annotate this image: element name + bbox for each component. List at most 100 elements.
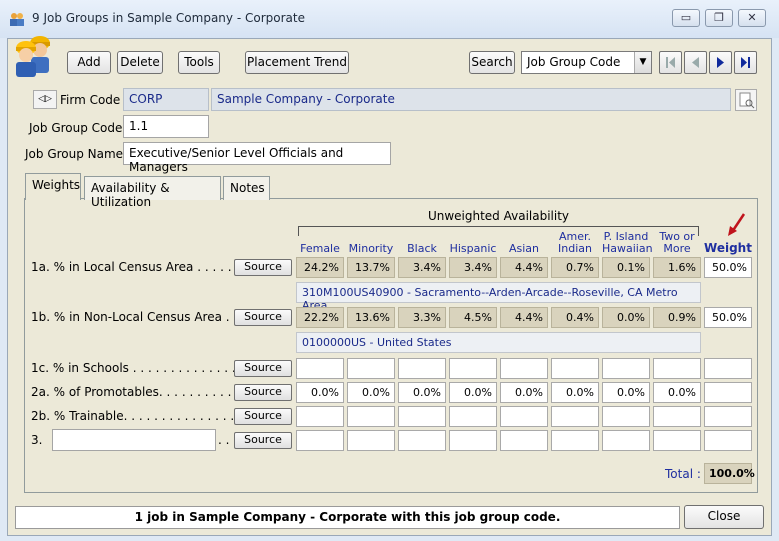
total-label: Total : xyxy=(665,467,701,481)
column-header-line2: Indian xyxy=(558,242,592,255)
availability-cell[interactable] xyxy=(500,430,548,451)
census-area-field: 0100000US - United States xyxy=(296,332,701,353)
availability-cell[interactable]: 0.0% xyxy=(653,382,701,403)
job-group-name-input[interactable]: Executive/Senior Level Officials and Man… xyxy=(123,142,391,174)
job-group-name-label: Job Group Name xyxy=(25,147,124,161)
availability-cell[interactable] xyxy=(347,358,395,379)
source-button[interactable]: Source xyxy=(234,432,292,449)
availability-cell[interactable] xyxy=(551,358,599,379)
availability-cell: 3.3% xyxy=(398,307,446,328)
weight-input[interactable] xyxy=(704,382,752,403)
availability-cell: 0.1% xyxy=(602,257,650,278)
chevron-down-icon[interactable]: ▼ xyxy=(634,52,651,73)
availability-cell[interactable] xyxy=(347,406,395,427)
column-header-6: P. Island Hawaiian xyxy=(602,231,653,255)
tab-availability-utilization[interactable]: Availability & Utilization xyxy=(84,176,221,209)
row-leader-dots: . . xyxy=(218,433,230,447)
availability-cell[interactable]: 0.0% xyxy=(347,382,395,403)
search-field-value: Job Group Code xyxy=(527,55,621,69)
availability-cell[interactable] xyxy=(551,406,599,427)
column-header-line2: Minority xyxy=(348,242,394,255)
availability-cell: 0.4% xyxy=(551,307,599,328)
last-record-button[interactable] xyxy=(734,51,757,74)
search-field-select[interactable]: Job Group Code ▼ xyxy=(521,51,652,74)
close-button[interactable]: Close xyxy=(684,505,764,529)
availability-cell[interactable] xyxy=(398,358,446,379)
weight-input[interactable] xyxy=(704,430,752,451)
delete-button[interactable]: Delete xyxy=(117,51,163,74)
minimize-button[interactable]: ▭ xyxy=(672,9,700,27)
row-label: 1c. % in Schools . . . . . . . . . . . .… xyxy=(31,361,259,375)
source-button[interactable]: Source xyxy=(234,384,292,401)
source-button[interactable]: Source xyxy=(234,309,292,326)
next-record-button[interactable] xyxy=(709,51,732,74)
job-group-code-label: Job Group Code xyxy=(29,121,123,135)
add-button[interactable]: Add xyxy=(67,51,111,74)
availability-cell[interactable] xyxy=(398,430,446,451)
availability-cell[interactable] xyxy=(653,358,701,379)
availability-cell[interactable]: 0.0% xyxy=(398,382,446,403)
availability-cell[interactable] xyxy=(602,406,650,427)
availability-cell[interactable] xyxy=(398,406,446,427)
weight-input[interactable]: 50.0% xyxy=(704,307,752,328)
availability-cell: 4.4% xyxy=(500,307,548,328)
window-title: 9 Job Groups in Sample Company - Corpora… xyxy=(32,11,305,25)
availability-cell[interactable] xyxy=(449,358,497,379)
row-label: 1b. % in Non-Local Census Area . . . xyxy=(31,310,245,324)
expand-arrows-icon[interactable]: ◁▷ xyxy=(33,90,57,109)
firm-code-field[interactable]: CORP xyxy=(123,88,209,111)
row-label: 1a. % in Local Census Area . . . . . . . xyxy=(31,260,247,274)
previous-record-button[interactable] xyxy=(684,51,707,74)
availability-cell[interactable] xyxy=(602,358,650,379)
row-3-label-input[interactable] xyxy=(52,429,216,451)
availability-cell[interactable]: 0.0% xyxy=(602,382,650,403)
source-button[interactable]: Source xyxy=(234,408,292,425)
window-close-button[interactable]: ✕ xyxy=(738,9,766,27)
column-header-0: Female xyxy=(296,231,344,255)
availability-cell[interactable] xyxy=(602,430,650,451)
availability-cell[interactable] xyxy=(653,406,701,427)
unweighted-availability-header: Unweighted Availability xyxy=(427,209,570,223)
first-record-button[interactable] xyxy=(659,51,682,74)
availability-cell[interactable]: 0.0% xyxy=(551,382,599,403)
arrow-icon xyxy=(725,212,747,238)
source-button[interactable]: Source xyxy=(234,360,292,377)
column-header-2: Black xyxy=(398,231,446,255)
job-group-code-input[interactable]: 1.1 xyxy=(123,115,209,138)
availability-cell[interactable] xyxy=(347,430,395,451)
availability-cell[interactable] xyxy=(296,430,344,451)
weight-input[interactable]: 50.0% xyxy=(704,257,752,278)
availability-cell[interactable]: 0.0% xyxy=(449,382,497,403)
availability-cell[interactable] xyxy=(551,430,599,451)
availability-cell: 0.9% xyxy=(653,307,701,328)
next-icon xyxy=(717,57,724,68)
placement-trend-button[interactable]: Placement Trend xyxy=(245,51,349,74)
lookup-document-icon[interactable] xyxy=(735,89,757,111)
tab-notes[interactable]: Notes xyxy=(223,176,270,200)
restore-button[interactable]: ❐ xyxy=(705,9,733,27)
availability-cell[interactable] xyxy=(653,430,701,451)
restore-icon: ❐ xyxy=(714,11,724,24)
column-header-7: Two or More xyxy=(653,231,701,255)
availability-cell[interactable]: 0.0% xyxy=(500,382,548,403)
availability-cell[interactable] xyxy=(449,430,497,451)
availability-cell: 24.2% xyxy=(296,257,344,278)
row-label: 3. xyxy=(31,433,43,447)
weight-input[interactable] xyxy=(704,358,752,379)
availability-cell[interactable] xyxy=(296,358,344,379)
column-header-line2: Female xyxy=(300,242,340,255)
weight-input[interactable] xyxy=(704,406,752,427)
column-header-line2: Hispanic xyxy=(449,242,497,255)
availability-cell[interactable] xyxy=(449,406,497,427)
tab-weights[interactable]: Weights xyxy=(25,173,81,200)
availability-cell[interactable]: 0.0% xyxy=(296,382,344,403)
source-button[interactable]: Source xyxy=(234,259,292,276)
column-header-3: Hispanic xyxy=(449,231,497,255)
search-button[interactable]: Search xyxy=(469,51,515,74)
availability-cell[interactable] xyxy=(296,406,344,427)
minimize-icon: ▭ xyxy=(680,11,692,24)
weight-header: Weight xyxy=(704,241,752,255)
tools-button[interactable]: Tools xyxy=(178,51,220,74)
availability-cell[interactable] xyxy=(500,358,548,379)
availability-cell[interactable] xyxy=(500,406,548,427)
